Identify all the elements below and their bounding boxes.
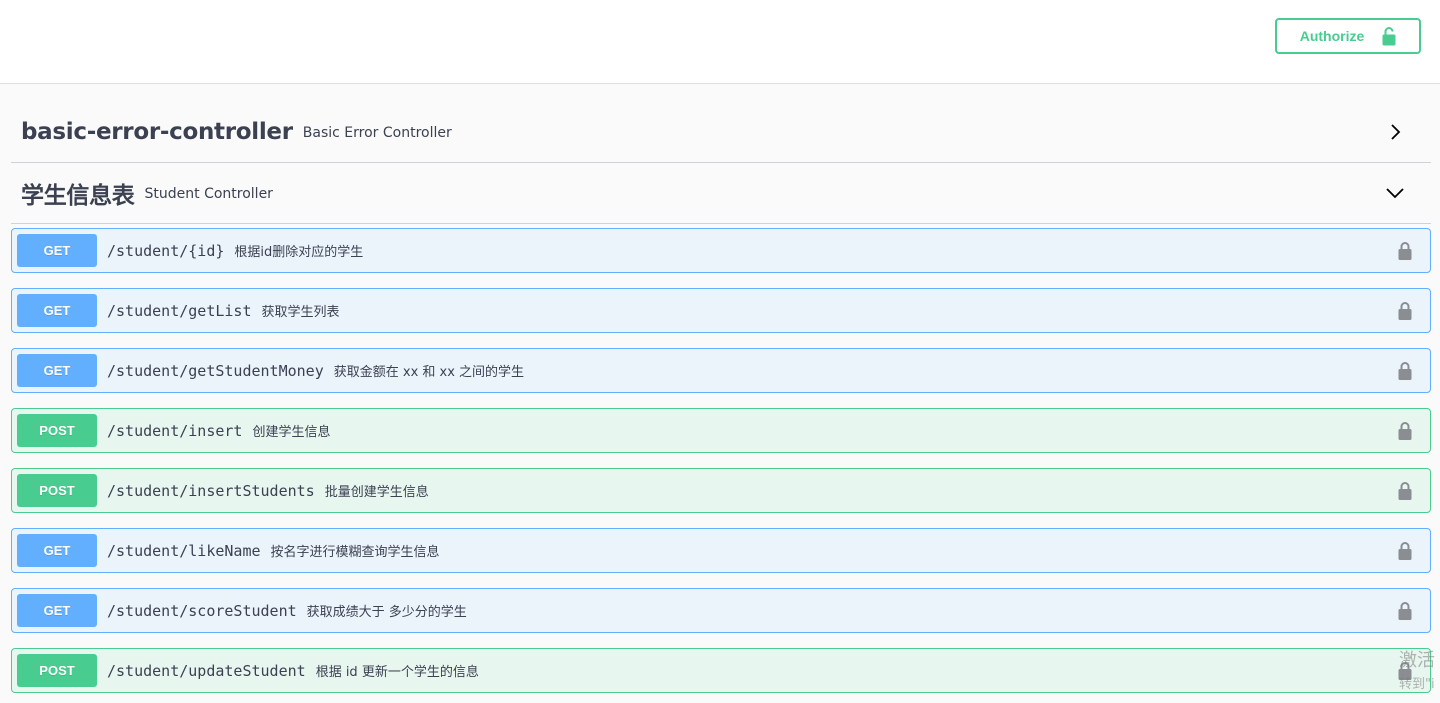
operation-path: /student/insert <box>107 421 243 440</box>
tag-title: 学生信息表 <box>21 182 135 209</box>
operation-row[interactable]: POST /student/insertStudents 批量创建学生信息 <box>11 468 1431 513</box>
method-badge: POST <box>17 654 97 687</box>
top-bar: Authorize <box>0 0 1440 84</box>
method-badge: GET <box>17 234 97 267</box>
operation-path: /student/insertStudents <box>107 481 315 500</box>
operation-path: /student/getStudentMoney <box>107 361 324 380</box>
lock-icon[interactable] <box>1398 301 1412 320</box>
tag-title: basic-error-controller <box>21 118 293 145</box>
operation-summary: 根据id删除对应的学生 <box>234 245 364 260</box>
lock-icon[interactable] <box>1398 241 1412 260</box>
watermark-line-1: 激活 <box>1399 650 1435 671</box>
operation-row[interactable]: GET /student/getStudentMoney 获取金额在 xx 和 … <box>11 348 1431 393</box>
chevron-down-icon[interactable] <box>1385 183 1405 203</box>
tag-student-controller[interactable]: 学生信息表 Student Controller <box>11 162 1431 224</box>
operation-summary: 根据 id 更新一个学生的信息 <box>315 665 479 680</box>
method-badge: GET <box>17 534 97 567</box>
operation-path: /student/{id} <box>107 241 225 260</box>
lock-icon[interactable] <box>1398 541 1412 560</box>
lock-icon[interactable] <box>1398 361 1412 380</box>
operation-summary: 创建学生信息 <box>252 425 331 440</box>
operation-summary: 获取学生列表 <box>261 305 340 320</box>
method-badge: POST <box>17 474 97 507</box>
lock-open-icon <box>1382 27 1396 46</box>
lock-icon[interactable] <box>1398 601 1412 620</box>
operation-row[interactable]: POST /student/insert 创建学生信息 <box>11 408 1431 453</box>
method-badge: GET <box>17 354 97 387</box>
method-badge: GET <box>17 294 97 327</box>
operation-row[interactable]: GET /student/getList 获取学生列表 <box>11 288 1431 333</box>
tag-basic-error-controller[interactable]: basic-error-controller Basic Error Contr… <box>11 101 1431 163</box>
chevron-right-icon[interactable] <box>1385 122 1405 142</box>
authorize-label: Authorize <box>1299 28 1365 44</box>
operation-row[interactable]: GET /student/scoreStudent 获取成绩大于 多少分的学生 <box>11 588 1431 633</box>
operation-summary: 获取成绩大于 多少分的学生 <box>306 605 467 620</box>
lock-icon[interactable] <box>1398 481 1412 500</box>
watermark-line-2: 转到"i <box>1399 677 1435 692</box>
operation-path: /student/scoreStudent <box>107 601 297 620</box>
operation-row[interactable]: GET /student/{id} 根据id删除对应的学生 <box>11 228 1431 273</box>
authorize-button[interactable]: Authorize <box>1275 18 1421 54</box>
method-badge: GET <box>17 594 97 627</box>
lock-icon[interactable] <box>1398 421 1412 440</box>
operation-row[interactable]: POST /student/updateStudent 根据 id 更新一个学生… <box>11 648 1431 693</box>
operation-summary: 获取金额在 xx 和 xx 之间的学生 <box>333 365 525 380</box>
operation-path: /student/getList <box>107 301 252 320</box>
operation-summary: 按名字进行模糊查询学生信息 <box>270 545 440 560</box>
operation-path: /student/updateStudent <box>107 661 306 680</box>
operation-summary: 批量创建学生信息 <box>324 485 429 500</box>
tag-description: Basic Error Controller <box>302 124 452 141</box>
activation-watermark: 激活 转到"i <box>1399 650 1440 694</box>
operation-path: /student/likeName <box>107 541 261 560</box>
tag-description: Student Controller <box>144 185 273 202</box>
method-badge: POST <box>17 414 97 447</box>
operation-row[interactable]: GET /student/likeName 按名字进行模糊查询学生信息 <box>11 528 1431 573</box>
